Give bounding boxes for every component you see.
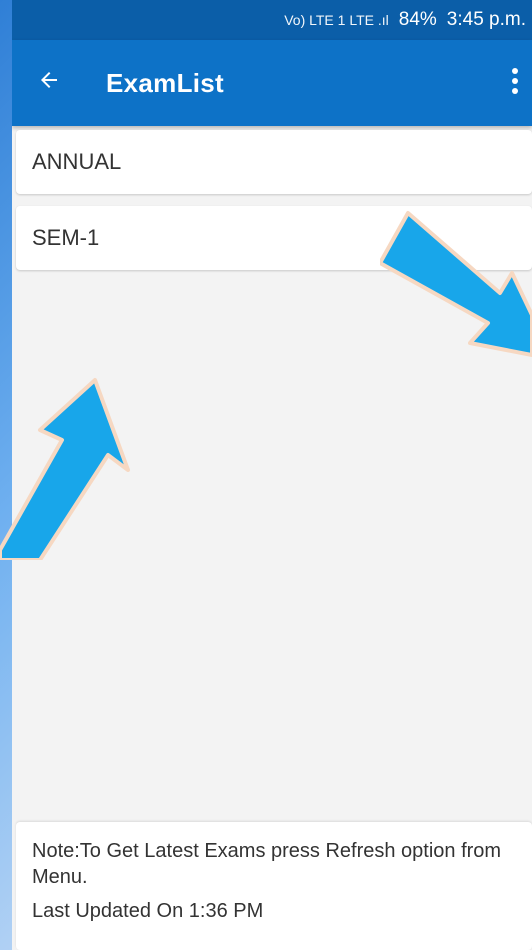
status-indicators: Vo) LTE 1 LTE .ıl bbox=[284, 12, 389, 28]
exam-item-label: SEM-1 bbox=[32, 225, 100, 250]
overflow-menu-icon bbox=[512, 67, 518, 94]
status-bar: Vo) LTE 1 LTE .ıl 84% 3:45 p.m. bbox=[12, 0, 532, 40]
page-title: ExamList bbox=[106, 67, 225, 98]
phone-screen: Vo) LTE 1 LTE .ıl 84% 3:45 p.m. ExamList… bbox=[12, 0, 532, 950]
overflow-menu-button[interactable] bbox=[498, 67, 532, 100]
arrow-left-icon bbox=[41, 72, 57, 88]
exam-item-annual[interactable]: ANNUAL bbox=[16, 130, 532, 194]
clock: 3:45 p.m. bbox=[446, 9, 526, 30]
exam-item-label: ANNUAL bbox=[32, 149, 122, 174]
battery-level: 84% bbox=[398, 9, 437, 30]
app-bar: ExamList bbox=[12, 40, 532, 126]
last-updated: Last Updated On 1:36 PM bbox=[32, 900, 264, 922]
exam-list: ANNUAL SEM-1 bbox=[12, 130, 532, 270]
back-arrow-icon[interactable] bbox=[14, 68, 84, 98]
refresh-note: Note:To Get Latest Exams press Refresh o… bbox=[32, 840, 502, 888]
exam-item-sem-1[interactable]: SEM-1 bbox=[16, 206, 532, 270]
footer-note: Note:To Get Latest Exams press Refresh o… bbox=[16, 822, 532, 950]
